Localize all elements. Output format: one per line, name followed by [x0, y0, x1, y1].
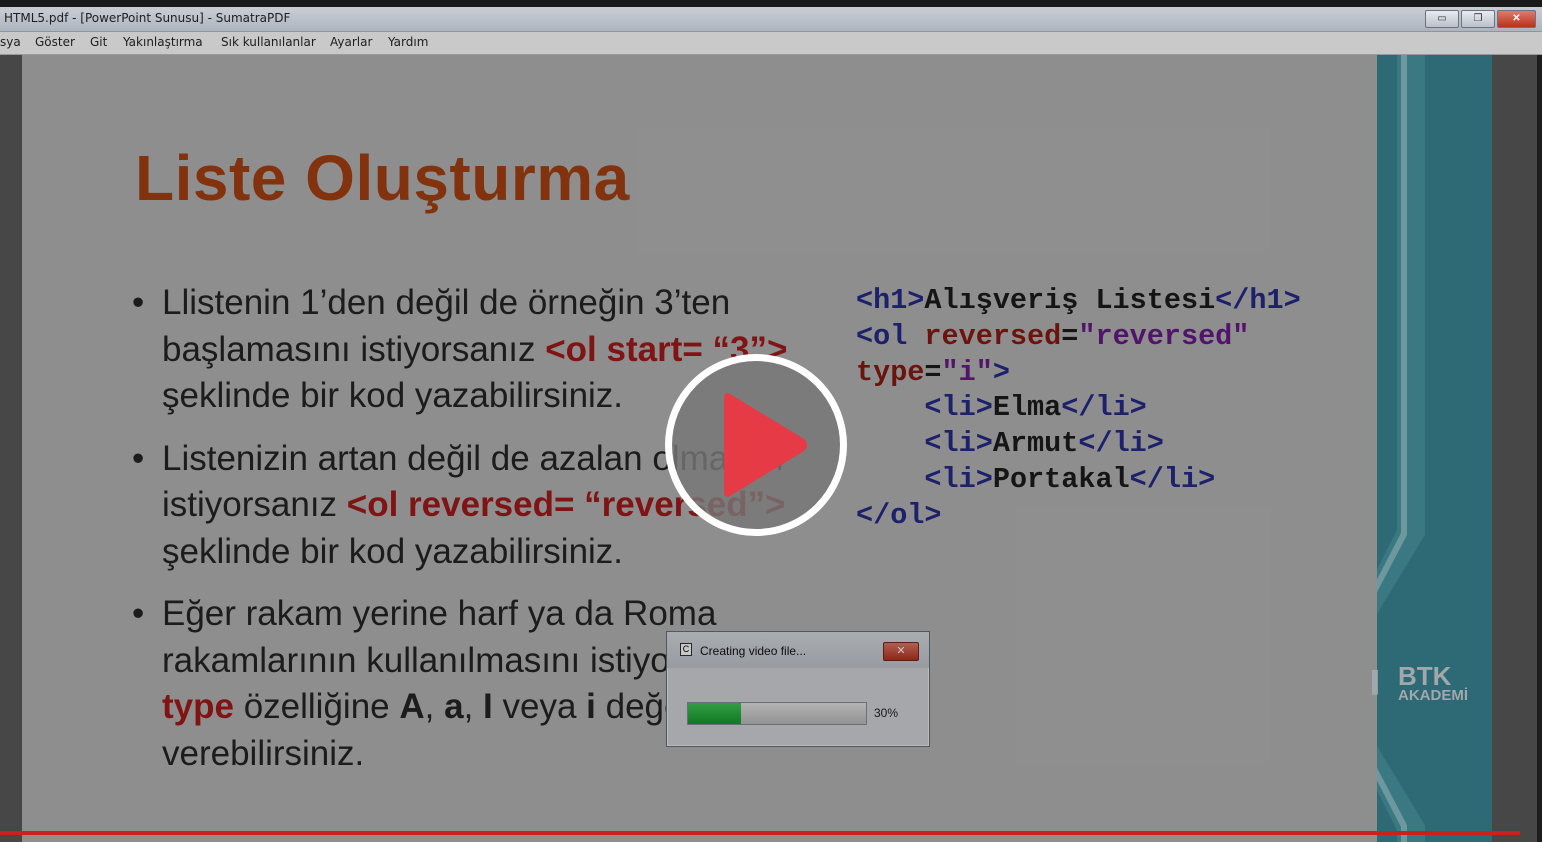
separator: ,: [424, 687, 445, 726]
code-sample: <h1>Alışveriş Listesi</h1> <ol reversed=…: [856, 283, 1301, 534]
separator: ,: [463, 687, 484, 726]
maximize-button[interactable]: ❐: [1461, 10, 1495, 28]
dialog-close-button[interactable]: ✕: [883, 642, 919, 661]
app-icon: C: [680, 643, 692, 656]
code-tag: <li>: [924, 427, 993, 461]
code-line: <ol reversed="reversed": [856, 319, 1301, 355]
code-line: </ol>: [856, 498, 1301, 534]
value-A: A: [399, 687, 425, 726]
menu-bar: sya Göster Git Yakınlaştırma Sık kullanı…: [0, 32, 1542, 55]
progress-bar: [687, 702, 867, 725]
code-value: "reversed": [1078, 319, 1250, 353]
code-line: <h1>Alışveriş Listesi</h1>: [856, 283, 1301, 319]
menu-file[interactable]: sya: [0, 35, 21, 49]
play-icon: [724, 393, 807, 497]
logo-mark-icon: |||: [1370, 665, 1380, 695]
window-title: HTML5.pdf - [PowerPoint Sunusu] - Sumatr…: [4, 11, 291, 25]
menu-help[interactable]: Yardım: [388, 35, 428, 49]
code-tag: >: [992, 355, 1010, 389]
bullet-text: şeklinde bir kod yazabilirsiniz.: [162, 376, 624, 415]
code-tag: </h1>: [1215, 284, 1301, 317]
close-button[interactable]: ✕: [1497, 10, 1536, 28]
play-button[interactable]: [665, 354, 847, 536]
value-I: I: [483, 687, 493, 726]
value-a: a: [444, 687, 464, 726]
bullet-text: şeklinde bir kod yazabilirsiniz.: [162, 531, 624, 571]
code-tag: </li>: [1129, 462, 1216, 496]
code-tag: </li>: [1078, 427, 1164, 461]
progress-percent: 30%: [874, 706, 899, 720]
menu-zoom[interactable]: Yakınlaştırma: [123, 35, 203, 49]
bullet-text: özelliğine: [233, 687, 400, 726]
progress-fill: [688, 703, 742, 724]
code-eq: =: [1061, 319, 1079, 353]
code-eq: =: [924, 355, 942, 389]
menu-favorites[interactable]: Sık kullanılanlar: [221, 35, 316, 49]
code-tag: <li>: [924, 391, 993, 425]
menu-view[interactable]: Göster: [35, 35, 75, 49]
slide-title: Liste Oluşturma: [135, 142, 630, 214]
code-tag: <h1>: [856, 284, 925, 317]
value-i: i: [586, 687, 596, 726]
logo-subtext: AKADEMİ: [1398, 687, 1468, 704]
slide-decoration: [1377, 55, 1492, 842]
dialog-titlebar[interactable]: C Creating video file... ✕: [667, 632, 929, 668]
code-line: <li>Elma</li>: [856, 390, 1301, 426]
code-tag: <li>: [924, 462, 993, 496]
title-bar: HTML5.pdf - [PowerPoint Sunusu] - Sumatr…: [0, 7, 1542, 32]
scrollbar-edge[interactable]: [1537, 55, 1542, 842]
code-text: Alışveriş Listesi: [924, 284, 1216, 317]
minimize-button[interactable]: ▭: [1425, 10, 1459, 28]
code-line: <li>Portakal</li>: [856, 462, 1301, 498]
menu-go[interactable]: Git: [90, 35, 107, 49]
menu-settings[interactable]: Ayarlar: [330, 35, 372, 49]
code-attr: reversed: [924, 319, 1062, 353]
code-tag: </ol>: [856, 498, 942, 532]
inline-code: type: [162, 687, 234, 726]
code-tag: </li>: [1061, 391, 1147, 425]
code-text: Portakal: [992, 462, 1130, 496]
code-attr: type: [856, 355, 925, 389]
code-line: <li>Armut</li>: [856, 426, 1301, 462]
code-text: Elma: [992, 391, 1062, 425]
code-value: "i": [941, 355, 993, 389]
dialog-title: Creating video file...: [700, 644, 807, 658]
code-text: Armut: [992, 427, 1079, 461]
top-strip: [0, 0, 1542, 7]
code-line: type="i">: [856, 355, 1301, 391]
code-tag: <ol: [856, 319, 925, 353]
video-progress-bar[interactable]: [0, 831, 1521, 835]
progress-dialog[interactable]: C Creating video file... ✕ 30%: [666, 631, 930, 747]
bullet-text: veya: [492, 687, 587, 726]
